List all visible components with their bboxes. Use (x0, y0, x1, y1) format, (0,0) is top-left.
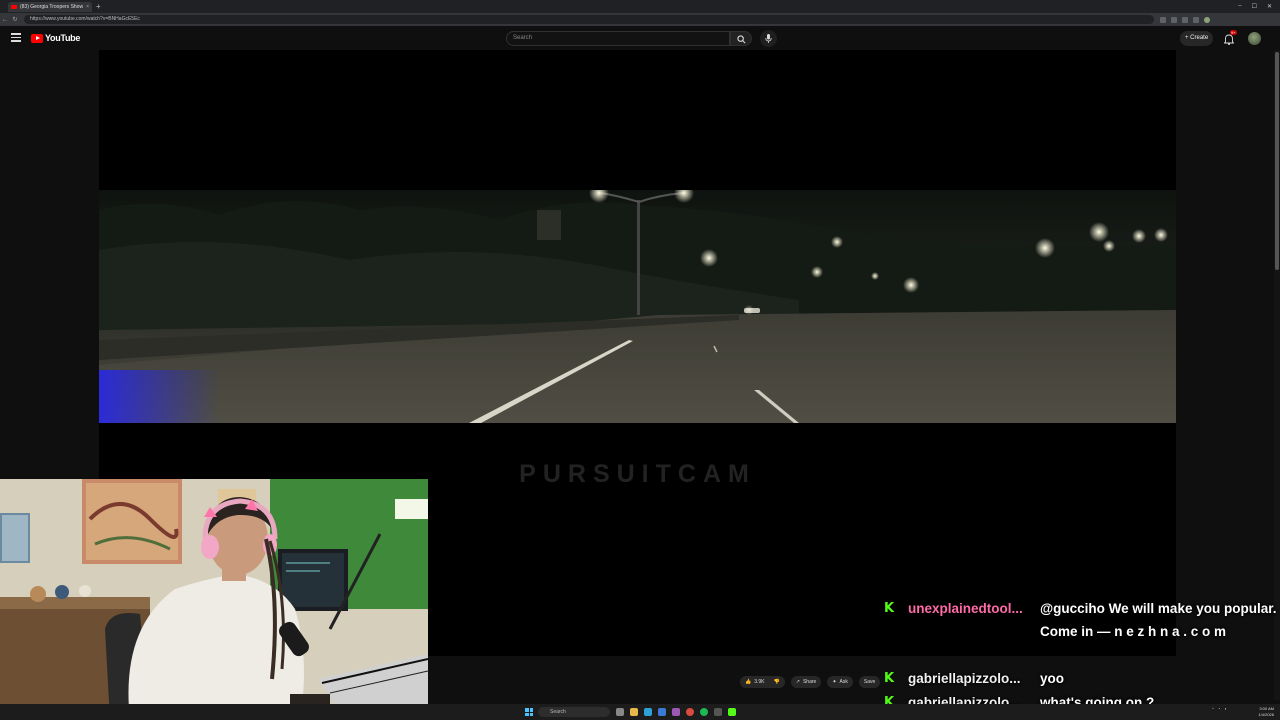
close-window-button[interactable]: ✕ (1267, 3, 1272, 10)
like-button[interactable]: 👍 3.9K 👎 (740, 676, 785, 688)
spotify-icon[interactable] (700, 708, 708, 716)
close-tab-icon[interactable]: × (86, 4, 89, 10)
window-controls: – ☐ ✕ (1238, 3, 1280, 10)
scrollbar-thumb[interactable] (1275, 52, 1279, 270)
chrome-icon[interactable] (686, 708, 694, 716)
app-icon[interactable] (728, 708, 736, 716)
system-tray: ^ ◔ ◖ (1212, 706, 1227, 711)
save-button[interactable]: Save (858, 676, 881, 688)
share-icon: ↗ (795, 679, 800, 685)
tab-title: (83) Georgia Troopers Show (19, 3, 84, 10)
like-count: 3.9K (754, 679, 765, 685)
notification-badge: 9+ (1230, 30, 1237, 35)
taskbar-search[interactable]: Search (538, 707, 610, 717)
extension-icon[interactable] (1171, 16, 1177, 23)
chevron-up-icon[interactable]: ^ (1212, 706, 1214, 711)
store-icon[interactable] (658, 708, 666, 716)
streamer-webcam (0, 479, 428, 720)
youtube-masthead: YouTube Search + Create 9+ (0, 26, 1280, 50)
taskbar-clock[interactable]: 3:00 AM 1/4/2026 (1244, 706, 1274, 718)
maximize-button[interactable]: ☐ (1252, 3, 1257, 10)
url-field[interactable]: https://www.youtube.com/watch?v=BNHaGcE5… (24, 15, 1154, 24)
chat-username: gabriellapizzolo... (908, 671, 1021, 686)
profile-icon[interactable] (1204, 16, 1210, 23)
address-bar-row: ← ↻ https://www.youtube.com/watch?v=BNHa… (0, 13, 1280, 26)
video-actions: 👍 3.9K 👎 ↗ Share ✦ Ask Save (740, 676, 881, 688)
extension-icon[interactable] (1160, 16, 1166, 23)
search-icon (737, 35, 746, 44)
chat-text: yoo (1040, 671, 1065, 686)
edge-icon[interactable] (644, 708, 652, 716)
share-button[interactable]: ↗ Share (790, 676, 822, 688)
youtube-logo[interactable]: YouTube (31, 33, 80, 43)
search-input[interactable]: Search (506, 31, 730, 46)
save-label: Save (863, 679, 876, 685)
notifications-button[interactable]: 9+ (1223, 30, 1237, 50)
thumbs-down-icon[interactable]: 👎 (774, 679, 780, 685)
create-button[interactable]: + Create (1180, 31, 1214, 46)
search-button[interactable] (730, 31, 752, 46)
browser-tab[interactable]: (83) Georgia Troopers Show × (8, 1, 92, 12)
account-avatar[interactable] (1248, 32, 1261, 45)
new-tab-button[interactable]: + (96, 2, 101, 11)
extension-icon[interactable] (1182, 16, 1188, 23)
app-icon[interactable] (672, 708, 680, 716)
browser-tab-bar: (83) Georgia Troopers Show × + – ☐ ✕ (0, 0, 1280, 13)
page-scrollbar[interactable] (1274, 50, 1280, 700)
extension-icon[interactable] (1193, 16, 1199, 23)
bell-icon (1223, 34, 1235, 45)
network-icon[interactable]: ◔ (1218, 706, 1220, 711)
reload-icon[interactable]: ↻ (10, 16, 20, 23)
night-highway-scene (99, 190, 1176, 423)
back-arrow-icon[interactable]: ← (0, 17, 10, 23)
sparkle-icon: ✦ (832, 679, 837, 685)
windows-taskbar: Search ^ ◔ ◖ 3:00 AM 1/4/2026 (0, 704, 1280, 720)
minimize-button[interactable]: – (1238, 3, 1241, 10)
extensions-area (1160, 16, 1210, 23)
share-label: Share (802, 679, 817, 685)
youtube-play-icon (31, 33, 43, 43)
kick-logo-icon: K (884, 671, 895, 686)
chat-message: K gabriellapizzolo... yoo (884, 671, 1064, 686)
thumbs-up-icon: 👍 (745, 679, 752, 685)
microphone-icon (765, 34, 772, 43)
task-view-icon[interactable] (616, 708, 624, 716)
ask-button[interactable]: ✦ Ask (827, 676, 853, 688)
create-label: Create (1190, 35, 1209, 41)
volume-icon[interactable]: ◖ (1224, 706, 1226, 711)
youtube-favicon-icon (11, 4, 17, 9)
webcam-scene (0, 479, 428, 720)
windows-start-icon[interactable] (525, 708, 533, 716)
file-explorer-icon[interactable] (630, 708, 638, 716)
clock-date: 1/4/2026 (1258, 712, 1274, 717)
dashcam-video-frame (99, 190, 1176, 423)
logo-text: YouTube (45, 33, 81, 43)
menu-icon[interactable] (11, 33, 21, 42)
taskbar-apps (616, 708, 736, 716)
voice-search-button[interactable] (760, 30, 777, 47)
app-icon[interactable] (714, 708, 722, 716)
ask-label: Ask (839, 679, 848, 685)
